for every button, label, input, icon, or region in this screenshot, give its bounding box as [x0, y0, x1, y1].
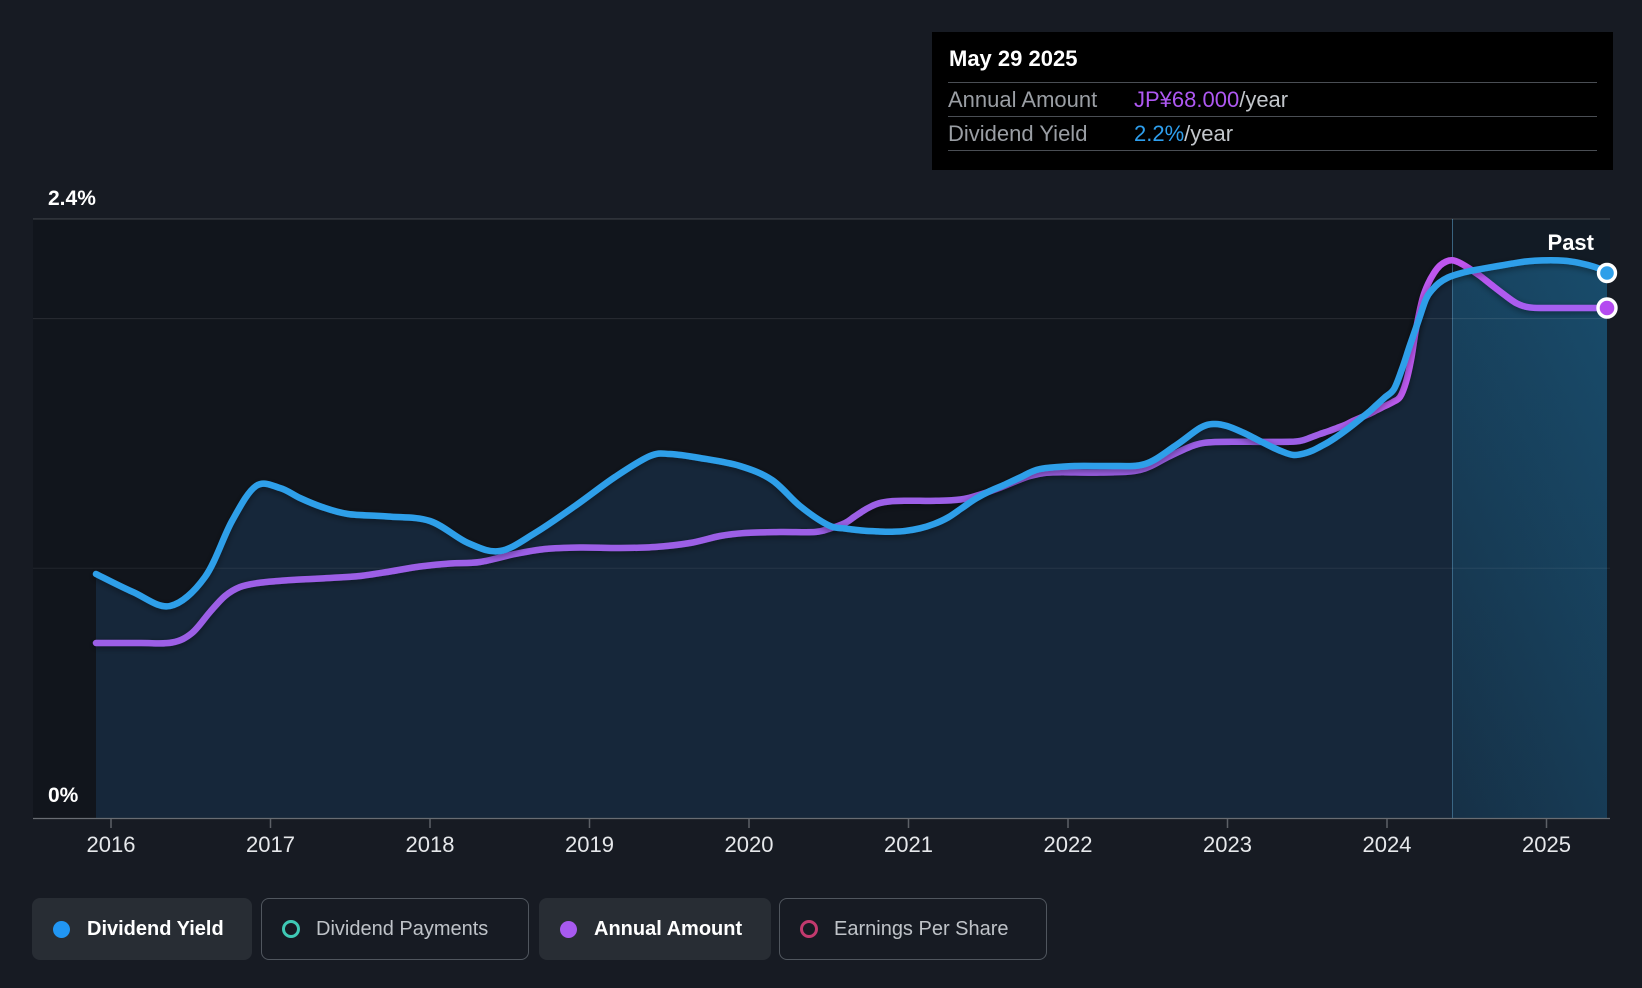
svg-text:2025: 2025	[1522, 832, 1571, 857]
svg-text:2019: 2019	[565, 832, 614, 857]
svg-text:2022: 2022	[1044, 832, 1093, 857]
svg-text:2016: 2016	[87, 832, 136, 857]
svg-text:2017: 2017	[246, 832, 295, 857]
svg-text:2024: 2024	[1363, 832, 1412, 857]
svg-text:2021: 2021	[884, 832, 933, 857]
svg-text:2020: 2020	[725, 832, 774, 857]
svg-text:0%: 0%	[48, 784, 79, 807]
svg-text:2018: 2018	[406, 832, 455, 857]
svg-text:Past: Past	[1548, 230, 1595, 255]
svg-text:2.4%: 2.4%	[48, 187, 96, 210]
svg-text:2023: 2023	[1203, 832, 1252, 857]
